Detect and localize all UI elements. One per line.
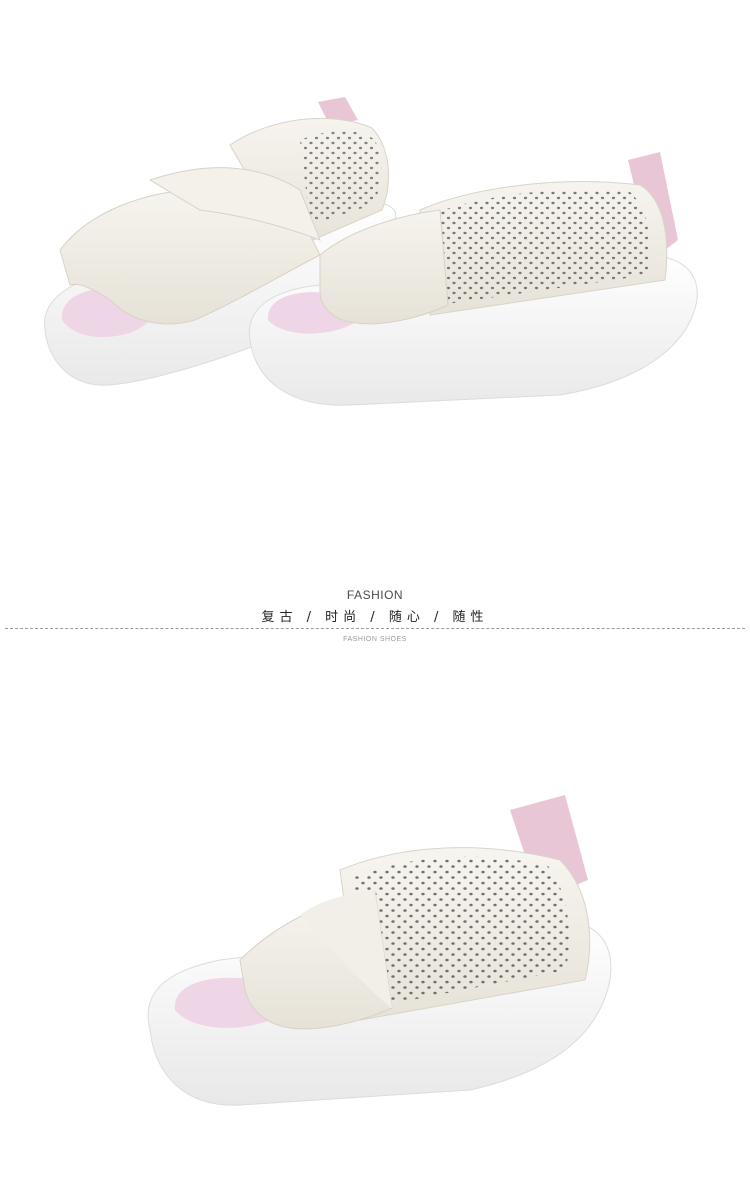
fashion-title: FASHION [346, 588, 404, 602]
product-photo-single [0, 660, 750, 1193]
product-photo-pair [0, 0, 750, 560]
dotted-divider [5, 628, 745, 629]
single-shoe [147, 795, 612, 1106]
sandal-single-image [147, 795, 612, 1106]
sandal-pair-image [43, 97, 698, 406]
tagline: 复古 / 时尚 / 随心 / 随性 [261, 610, 489, 625]
fashion-shoes-caption: FASHION SHOES [343, 636, 407, 643]
